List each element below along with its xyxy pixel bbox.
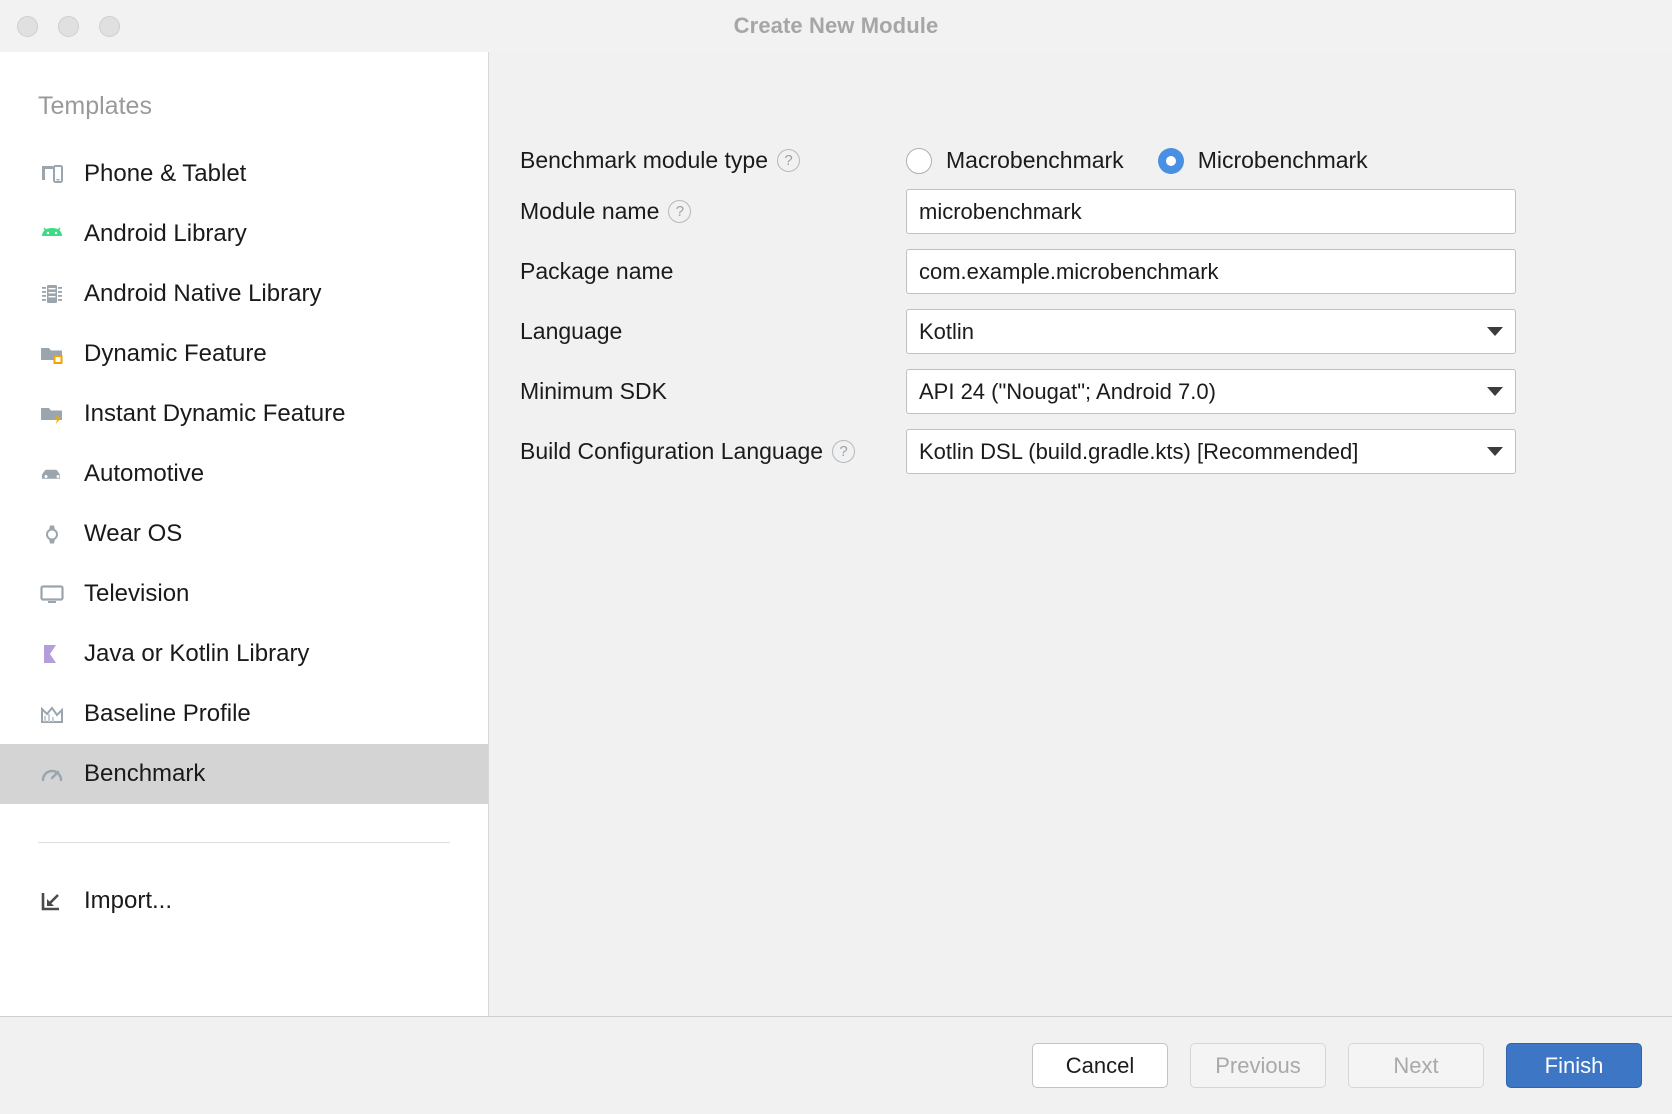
benchmark-type-label-group: Benchmark module type ? [520,147,906,174]
benchmark-type-field: Macrobenchmark Microbenchmark [906,147,1672,174]
sidebar-item-android-library[interactable]: Android Library [0,204,488,264]
build-config-language-field: Kotlin DSL (build.gradle.kts) [Recommend… [906,429,1672,474]
chevron-down-icon[interactable] [1487,327,1503,336]
sidebar-item-import[interactable]: Import... [0,871,488,931]
radio-button-macrobenchmark[interactable] [906,148,932,174]
radio-label-macrobenchmark: Macrobenchmark [946,147,1124,174]
sidebar-item-automotive[interactable]: Automotive [0,444,488,504]
minimum-sdk-row: Minimum SDK API 24 ("Nougat"; Android 7.… [489,369,1672,414]
benchmark-type-label: Benchmark module type [520,147,768,174]
baseline-profile-icon [38,700,66,728]
language-field: Kotlin [906,309,1672,354]
language-label-group: Language [520,318,906,345]
package-name-field [906,249,1672,294]
language-value: Kotlin [919,319,1479,345]
sidebar-item-java-or-kotlin-library[interactable]: Java or Kotlin Library [0,624,488,684]
dialog-title: Create New Module [0,13,1672,39]
benchmark-type-row: Benchmark module type ? Macrobenchmark M… [489,147,1672,174]
sidebar-item-label: Automotive [84,460,204,488]
car-icon [38,460,66,488]
sidebar-item-television[interactable]: Television [0,564,488,624]
build-config-language-row: Build Configuration Language ? Kotlin DS… [489,429,1672,474]
dialog-footer: Cancel Previous Next Finish [0,1016,1672,1114]
chevron-down-icon[interactable] [1487,447,1503,456]
build-config-language-value: Kotlin DSL (build.gradle.kts) [Recommend… [919,439,1479,465]
tv-icon [38,580,66,608]
sidebar-item-label: Baseline Profile [84,700,251,728]
sidebar-item-benchmark[interactable]: Benchmark [0,744,488,804]
import-label: Import... [84,887,172,915]
templates-sidebar: Templates Phone & Tablet [0,52,489,1016]
finish-button[interactable]: Finish [1506,1043,1642,1088]
sidebar-item-label: Android Native Library [84,280,321,308]
sidebar-item-phone-tablet[interactable]: Phone & Tablet [0,144,488,204]
radio-button-microbenchmark[interactable] [1158,148,1184,174]
module-name-label-group: Module name ? [520,198,906,225]
build-config-language-label-group: Build Configuration Language ? [520,438,906,465]
cancel-button[interactable]: Cancel [1032,1043,1168,1088]
sidebar-item-label: Phone & Tablet [84,160,246,188]
package-name-row: Package name [489,249,1672,294]
create-new-module-dialog: Create New Module Templates Phone & Tabl… [0,0,1672,1114]
sidebar-divider [38,842,450,843]
help-icon[interactable]: ? [832,440,855,463]
radio-label-microbenchmark: Microbenchmark [1198,147,1368,174]
module-name-row: Module name ? [489,189,1672,234]
dialog-body: Templates Phone & Tablet [0,52,1672,1016]
templates-list: Phone & Tablet Android Library [0,144,488,804]
import-arrow-icon [38,887,66,915]
previous-button[interactable]: Previous [1190,1043,1326,1088]
language-label: Language [520,318,622,345]
build-config-language-dropdown[interactable]: Kotlin DSL (build.gradle.kts) [Recommend… [906,429,1516,474]
minimum-sdk-label-group: Minimum SDK [520,378,906,405]
templates-heading: Templates [0,52,488,121]
sidebar-item-label: Dynamic Feature [84,340,267,368]
sidebar-item-dynamic-feature[interactable]: Dynamic Feature [0,324,488,384]
minimum-sdk-label: Minimum SDK [520,378,667,405]
chip-icon [38,280,66,308]
module-name-label: Module name [520,198,659,225]
benchmark-type-radio-group: Macrobenchmark Microbenchmark [906,147,1368,174]
help-icon[interactable]: ? [777,149,800,172]
language-dropdown[interactable]: Kotlin [906,309,1516,354]
build-config-language-label: Build Configuration Language [520,438,823,465]
module-name-input[interactable] [906,189,1516,234]
sidebar-item-label: Wear OS [84,520,182,548]
kotlin-icon [38,640,66,668]
help-icon[interactable]: ? [668,200,691,223]
watch-icon [38,520,66,548]
sidebar-item-label: Instant Dynamic Feature [84,400,345,428]
module-config-panel: Benchmark module type ? Macrobenchmark M… [489,52,1672,1016]
minimum-sdk-value: API 24 ("Nougat"; Android 7.0) [919,379,1479,405]
sidebar-item-wear-os[interactable]: Wear OS [0,504,488,564]
phone-tablet-icon [38,160,66,188]
chevron-down-icon[interactable] [1487,387,1503,396]
gauge-icon [38,760,66,788]
window-controls [17,16,120,37]
sidebar-item-instant-dynamic-feature[interactable]: Instant Dynamic Feature [0,384,488,444]
title-bar: Create New Module [0,0,1672,52]
sidebar-item-label: Java or Kotlin Library [84,640,309,668]
zoom-button[interactable] [99,16,120,37]
package-name-input[interactable] [906,249,1516,294]
radio-option-microbenchmark[interactable]: Microbenchmark [1158,147,1368,174]
module-name-field [906,189,1672,234]
sidebar-item-label: Television [84,580,189,608]
package-name-label-group: Package name [520,258,906,285]
minimum-sdk-field: API 24 ("Nougat"; Android 7.0) [906,369,1672,414]
minimize-button[interactable] [58,16,79,37]
folder-square-icon [38,340,66,368]
minimum-sdk-dropdown[interactable]: API 24 ("Nougat"; Android 7.0) [906,369,1516,414]
close-button[interactable] [17,16,38,37]
sidebar-item-label: Android Library [84,220,247,248]
language-row: Language Kotlin [489,309,1672,354]
sidebar-item-label: Benchmark [84,760,205,788]
radio-option-macrobenchmark[interactable]: Macrobenchmark [906,147,1124,174]
folder-bolt-icon [38,400,66,428]
next-button[interactable]: Next [1348,1043,1484,1088]
package-name-label: Package name [520,258,673,285]
sidebar-item-android-native-library[interactable]: Android Native Library [0,264,488,324]
android-robot-icon [38,220,66,248]
sidebar-item-baseline-profile[interactable]: Baseline Profile [0,684,488,744]
